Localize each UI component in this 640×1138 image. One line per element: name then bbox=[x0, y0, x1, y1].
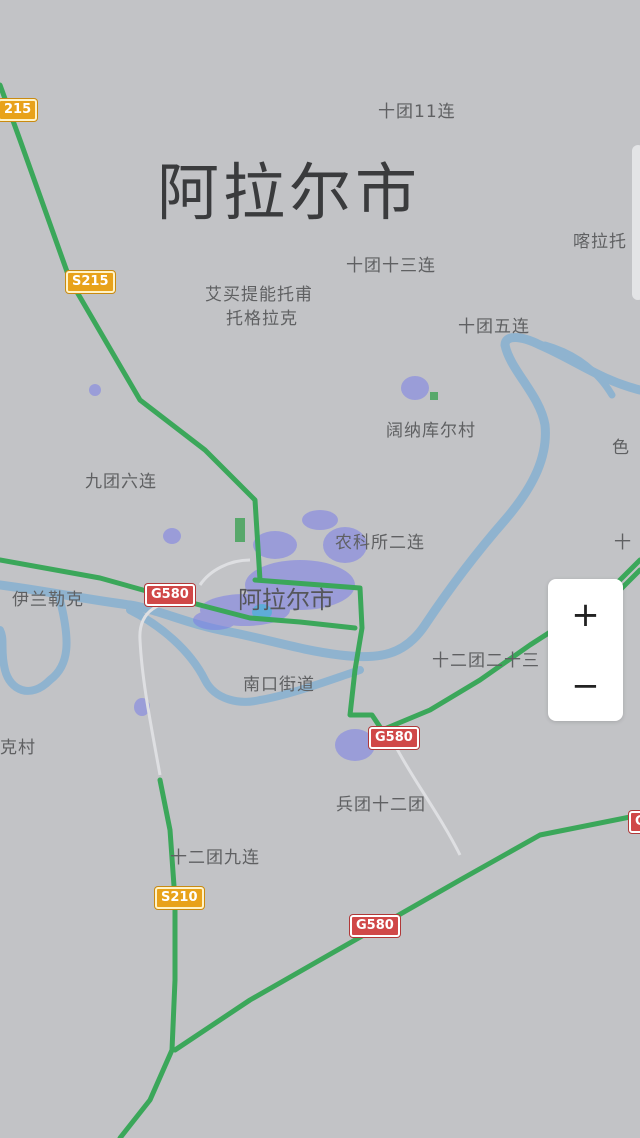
place-shi-right[interactable]: 十 bbox=[614, 528, 632, 553]
place-nongke[interactable]: 农科所二连 bbox=[335, 528, 425, 553]
park-patch-2 bbox=[430, 392, 438, 400]
place-aimai-line1[interactable]: 艾买提能托甫 bbox=[205, 280, 313, 305]
zoom-controls: + − bbox=[548, 579, 623, 721]
place-aimai-line2[interactable]: 托格拉克 bbox=[226, 304, 298, 329]
zoom-out-button[interactable]: − bbox=[548, 650, 623, 721]
place-kalatuo[interactable]: 喀拉托 bbox=[573, 227, 627, 252]
region-title: 阿拉尔市 bbox=[157, 156, 422, 229]
place-nankou[interactable]: 南口街道 bbox=[243, 670, 315, 695]
place-shituan-13[interactable]: 十团十三连 bbox=[346, 251, 436, 276]
road-s210 bbox=[117, 777, 178, 1138]
shield-g580-south: G580 bbox=[350, 915, 400, 937]
river-west bbox=[0, 596, 71, 695]
shield-s215-top: 215 bbox=[0, 99, 38, 121]
side-panel-tab[interactable] bbox=[632, 145, 640, 300]
city-label[interactable]: 阿拉尔市 bbox=[238, 580, 334, 615]
place-yilan[interactable]: 伊兰勒克 bbox=[12, 585, 84, 610]
park-patch bbox=[235, 518, 245, 542]
shield-g580-edge: G bbox=[629, 811, 640, 833]
place-shituan-11[interactable]: 十团11连 bbox=[378, 97, 456, 122]
place-kuona[interactable]: 阔纳库尔村 bbox=[386, 416, 476, 441]
shield-s215: S215 bbox=[66, 271, 115, 293]
place-shiertuan-23[interactable]: 十二团二十三 bbox=[432, 646, 540, 671]
place-jiutuan-6[interactable]: 九团六连 bbox=[85, 467, 157, 492]
place-bingtuan-12[interactable]: 兵团十二团 bbox=[336, 790, 426, 815]
place-se[interactable]: 色 bbox=[612, 433, 630, 458]
zoom-in-button[interactable]: + bbox=[548, 579, 623, 650]
place-shiertuan-9[interactable]: 十二团九连 bbox=[170, 843, 260, 868]
shield-g580-west: G580 bbox=[145, 584, 195, 606]
place-cun-left[interactable]: 克村 bbox=[0, 733, 36, 758]
shield-g580-east: G580 bbox=[369, 727, 419, 749]
shield-s210: S210 bbox=[155, 887, 204, 909]
place-shituan-5[interactable]: 十团五连 bbox=[458, 312, 530, 337]
